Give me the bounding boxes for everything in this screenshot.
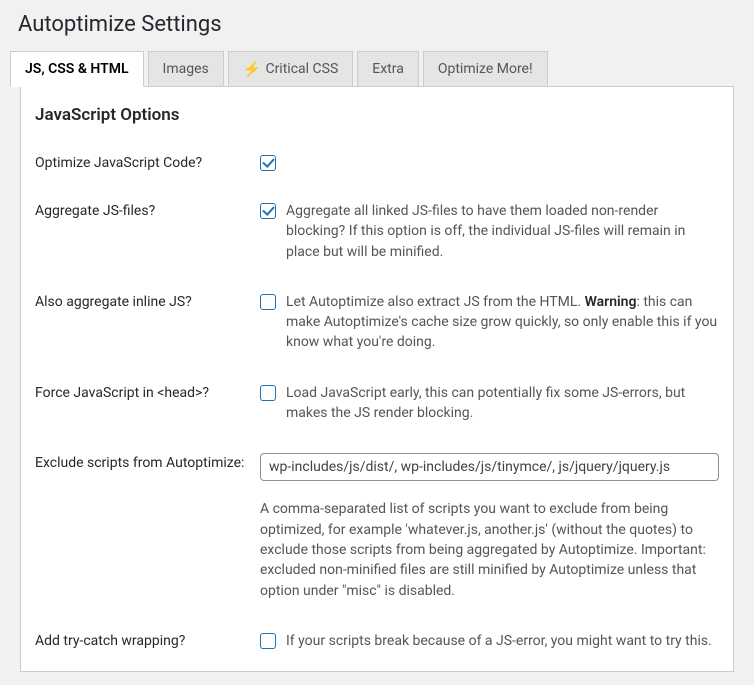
control-exclude: A comma-separated list of scripts you wa… (260, 453, 719, 600)
section-title: JavaScript Options (35, 105, 719, 125)
label-aggregate-js: Aggregate JS-files? (35, 201, 260, 219)
tab-critical-css[interactable]: ⚡ Critical CSS (228, 51, 354, 87)
checkbox-trycatch[interactable] (260, 633, 276, 649)
row-exclude: Exclude scripts from Autoptimize: A comm… (35, 453, 719, 600)
label-trycatch: Add try-catch wrapping? (35, 631, 260, 649)
row-optimize-js: Optimize JavaScript Code? (35, 153, 719, 171)
control-optimize-js (260, 153, 719, 171)
tab-label: Extra (372, 61, 404, 77)
control-force-head: Load JavaScript early, this can potentia… (260, 383, 719, 424)
label-exclude: Exclude scripts from Autoptimize: (35, 453, 260, 471)
checkbox-optimize-js[interactable] (260, 155, 276, 171)
tab-images[interactable]: Images (148, 51, 224, 87)
lightning-icon: ⚡ (243, 60, 262, 78)
settings-panel: JavaScript Options Optimize JavaScript C… (20, 86, 734, 672)
input-exclude[interactable] (260, 453, 719, 481)
tabs-container: JS, CSS & HTML Images ⚡ Critical CSS Ext… (0, 51, 754, 672)
label-force-head: Force JavaScript in <head>? (35, 383, 260, 401)
tab-label: Critical CSS (265, 61, 338, 77)
control-trycatch: If your scripts break because of a JS-er… (260, 631, 719, 651)
tab-optimize-more[interactable]: Optimize More! (423, 51, 548, 87)
desc-force-head: Load JavaScript early, this can potentia… (286, 383, 719, 424)
checkbox-force-head[interactable] (260, 385, 276, 401)
checkbox-aggregate-js[interactable] (260, 203, 276, 219)
label-optimize-js: Optimize JavaScript Code? (35, 153, 260, 171)
desc-aggregate-inline: Let Autoptimize also extract JS from the… (286, 292, 719, 353)
row-trycatch: Add try-catch wrapping? If your scripts … (35, 631, 719, 651)
row-force-head: Force JavaScript in <head>? Load JavaScr… (35, 383, 719, 424)
control-aggregate-inline: Let Autoptimize also extract JS from the… (260, 292, 719, 353)
row-aggregate-inline: Also aggregate inline JS? Let Autoptimiz… (35, 292, 719, 353)
help-exclude: A comma-separated list of scripts you wa… (260, 499, 719, 600)
tabs: JS, CSS & HTML Images ⚡ Critical CSS Ext… (10, 51, 744, 87)
control-aggregate-js: Aggregate all linked JS-files to have th… (260, 201, 719, 262)
tab-label: Optimize More! (438, 61, 533, 77)
checkbox-aggregate-inline[interactable] (260, 294, 276, 310)
tab-label: JS, CSS & HTML (25, 61, 129, 77)
desc-trycatch: If your scripts break because of a JS-er… (286, 631, 712, 651)
tab-js-css-html[interactable]: JS, CSS & HTML (10, 51, 144, 87)
page-title: Autoptimize Settings (0, 0, 754, 51)
row-aggregate-js: Aggregate JS-files? Aggregate all linked… (35, 201, 719, 262)
desc-aggregate-js: Aggregate all linked JS-files to have th… (286, 201, 719, 262)
tab-label: Images (163, 61, 209, 77)
label-aggregate-inline: Also aggregate inline JS? (35, 292, 260, 310)
tab-extra[interactable]: Extra (357, 51, 419, 87)
